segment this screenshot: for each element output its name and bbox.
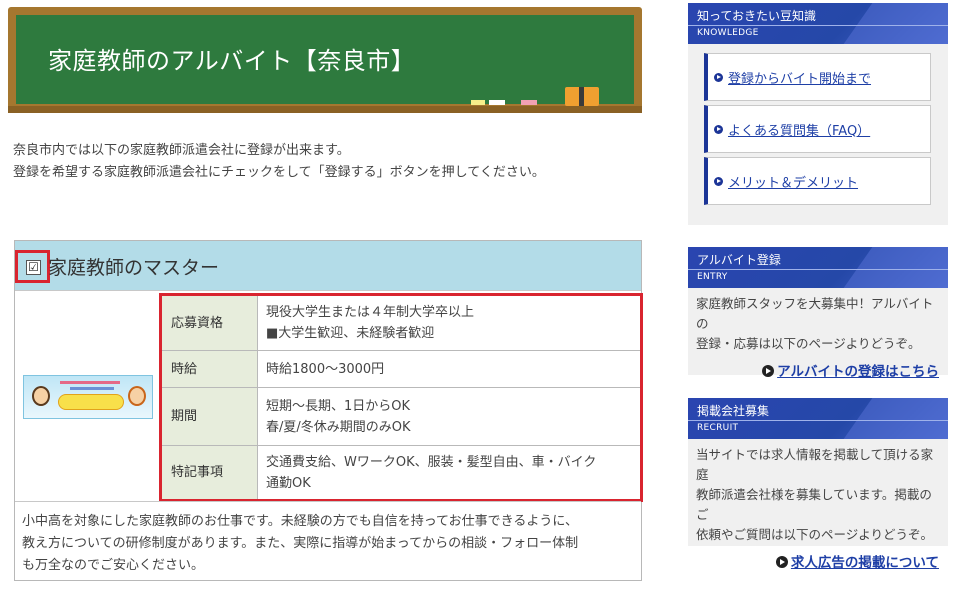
company-card: ☑ 家庭教師のマスター 応募資格 現役大学生または４年制大学卒以上 ■大学生歓迎… <box>14 240 643 581</box>
company-checkbox-highlight: ☑ <box>15 250 50 283</box>
intro-line: 奈良市内では以下の家庭教師派遣会社に登録が出来ます。 <box>13 143 350 158</box>
page-header-blackboard: 家庭教師のアルバイト【奈良市】 <box>8 7 642 113</box>
knowledge-link[interactable]: よくある質問集（FAQ） <box>728 120 870 139</box>
sidebar-entry-text: 家庭教師スタッフを大募集中！アルバイトの 登録・応募は以下のページよりどうぞ。 <box>696 296 934 351</box>
eraser-icon <box>565 87 599 106</box>
entry-register-link[interactable]: アルバイトの登録はこちら <box>777 364 939 380</box>
sidebar-recruit: 掲載会社募集 RECRUIT 当サイトでは求人情報を掲載して頂ける家庭 教師派遣… <box>688 398 948 571</box>
blackboard-ledge <box>8 106 642 113</box>
arrow-circle-icon <box>775 556 788 568</box>
company-card-header: ☑ 家庭教師のマスター <box>15 241 641 290</box>
row-value: 時給1800～3000円 <box>257 350 641 388</box>
chalk-pink-icon <box>521 100 537 105</box>
company-name: 家庭教師のマスター <box>48 257 220 279</box>
intro-text: 奈良市内では以下の家庭教師派遣会社に登録が出来ます。 登録を希望する家庭教師派遣… <box>13 140 633 184</box>
knowledge-link[interactable]: 登録からバイト開始まで <box>728 68 871 87</box>
table-row: 時給 時給1800～3000円 <box>161 350 641 388</box>
sidebar-knowledge: 知っておきたい豆知識 KNOWLEDGE 登録からバイト開始まで よくある質問集… <box>688 3 948 225</box>
arrow-bullet-icon <box>714 72 723 82</box>
arrow-bullet-icon <box>714 176 723 186</box>
sidebar-recruit-link-row: 求人広告の掲載について <box>688 545 948 571</box>
sidebar-knowledge-header: 知っておきたい豆知識 KNOWLEDGE <box>688 3 948 44</box>
sidebar-recruit-text: 当サイトでは求人情報を掲載して頂ける家庭 教師派遣会社様を募集しています。掲載の… <box>696 447 934 542</box>
row-key: 特記事項 <box>161 445 258 500</box>
tutor-character-icon <box>32 386 50 406</box>
logo-wordmark <box>58 394 124 410</box>
company-logo-image <box>23 375 153 419</box>
row-value: 現役大学生または４年制大学卒以上 ■大学生歓迎、未経験者歓迎 <box>257 295 641 351</box>
row-value: 交通費支給、WワークOK、服装・髪型自由、車・バイク 通勤OK <box>257 445 641 500</box>
recruit-ad-link[interactable]: 求人広告の掲載について <box>791 555 939 571</box>
knowledge-link-item[interactable]: メリット＆デメリット <box>704 157 931 205</box>
row-key: 期間 <box>161 387 258 446</box>
knowledge-link-item[interactable]: よくある質問集（FAQ） <box>704 105 931 153</box>
table-row: 応募資格 現役大学生または４年制大学卒以上 ■大学生歓迎、未経験者歓迎 <box>161 295 641 351</box>
arrow-bullet-icon <box>714 124 723 134</box>
chalk-yellow-icon <box>471 100 485 105</box>
row-value: 短期～長期、1日からOK 春/夏/冬休み期間のみOK <box>257 387 641 446</box>
row-key: 応募資格 <box>161 295 258 351</box>
knowledge-link-item[interactable]: 登録からバイト開始まで <box>704 53 931 101</box>
company-select-checkbox[interactable]: ☑ <box>26 260 41 275</box>
company-description: 小中高を対象にした家庭教師のお仕事です。未経験の方でも自信を持ってお仕事できるよ… <box>15 501 641 580</box>
student-character-icon <box>128 386 146 406</box>
table-row: 期間 短期～長期、1日からOK 春/夏/冬休み期間のみOK <box>161 387 641 446</box>
sidebar-entry-header: アルバイト登録 ENTRY <box>688 247 948 288</box>
company-card-body: 応募資格 現役大学生または４年制大学卒以上 ■大学生歓迎、未経験者歓迎 時給 時… <box>15 290 643 502</box>
row-key: 時給 <box>161 350 258 388</box>
knowledge-link-list: 登録からバイト開始まで よくある質問集（FAQ） メリット＆デメリット <box>688 44 948 219</box>
chalk-white-icon <box>489 100 505 105</box>
intro-line: 登録を希望する家庭教師派遣会社にチェックをして「登録する」ボタンを押してください… <box>13 165 545 180</box>
page-title: 家庭教師のアルバイト【奈良市】 <box>48 47 416 75</box>
company-info-table: 応募資格 現役大学生または４年制大学卒以上 ■大学生歓迎、未経験者歓迎 時給 時… <box>159 293 643 502</box>
sidebar-recruit-header: 掲載会社募集 RECRUIT <box>688 398 948 439</box>
arrow-circle-icon <box>762 365 775 377</box>
sidebar-entry: アルバイト登録 ENTRY 家庭教師スタッフを大募集中！アルバイトの 登録・応募… <box>688 247 948 380</box>
table-row: 特記事項 交通費支給、WワークOK、服装・髪型自由、車・バイク 通勤OK <box>161 445 641 500</box>
sidebar-entry-link-row: アルバイトの登録はこちら <box>688 354 948 380</box>
knowledge-link[interactable]: メリット＆デメリット <box>728 172 858 191</box>
